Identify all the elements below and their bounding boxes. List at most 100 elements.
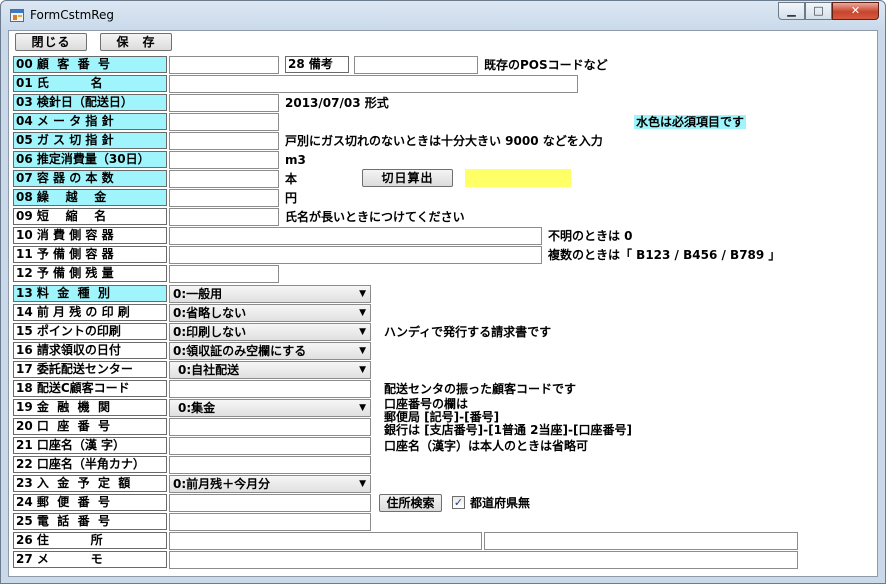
label-planned-payment: 23 入 金 予 定 額 <box>13 475 167 492</box>
label-address: 26 住 所 <box>13 532 167 549</box>
label-account-name-kanji: 21 口座名（漢 字） <box>13 437 167 454</box>
note-unit-yen: 円 <box>285 191 298 205</box>
label-memo: 27 メ モ <box>13 551 167 568</box>
delivery-center-value: 0:自社配送 <box>178 363 240 377</box>
label-name: 01 氏 名 <box>13 75 167 92</box>
invoice-date-select[interactable]: 0:領収証のみ空欄にする ▼ <box>169 342 371 360</box>
note-multiple-format: 複数のときは「 B123 / B456 / B789 」 <box>548 248 781 262</box>
label-account-number: 20 口 座 番 号 <box>13 418 167 435</box>
label-postal-code: 24 郵 便 番 号 <box>13 494 167 511</box>
note-account-number-intro: 口座番号の欄は <box>384 397 469 411</box>
label-estimated-consumption: 06 推定消費量（30日） <box>13 151 167 168</box>
spare-remaining-input[interactable] <box>169 265 279 283</box>
label-delivery-center: 17 委託配送センター <box>13 361 167 378</box>
minimize-icon[interactable]: ▁ <box>778 2 805 20</box>
label-financial-institution: 19 金 融 機 関 <box>13 399 167 416</box>
note-gas-cutoff: 戸別にガス切れのないときは十分大きい 9000 などを入力 <box>285 134 603 148</box>
title-bar: FormCstmReg ▁ □ ✕ <box>1 1 885 31</box>
planned-payment-select[interactable]: 0:前月残＋今月分 ▼ <box>169 475 371 493</box>
window-title: FormCstmReg <box>30 8 115 22</box>
chevron-down-icon: ▼ <box>359 365 366 375</box>
consumer-container-input[interactable] <box>169 227 542 245</box>
note-date-format: 2013/07/03 形式 <box>285 96 389 110</box>
chevron-down-icon: ▼ <box>359 479 366 489</box>
form-window: FormCstmReg ▁ □ ✕ 閉じる 保 存 00 顧 客 番 号 28 … <box>0 0 886 584</box>
label-meter-reading: 04 メ ー タ 指 針 <box>13 113 167 130</box>
note-unit-m3: m3 <box>285 153 306 167</box>
estimated-consumption-input[interactable] <box>169 151 279 169</box>
account-name-kanji-input[interactable] <box>169 437 371 455</box>
calc-cutoff-date-button[interactable]: 切日算出 <box>362 169 453 187</box>
reading-date-input[interactable] <box>169 94 279 112</box>
phone-number-input[interactable] <box>169 513 371 531</box>
note-pos-code: 既存のPOSコードなど <box>484 58 608 72</box>
label-points-print: 15 ポイントの印刷 <box>13 323 167 340</box>
chevron-down-icon: ▼ <box>359 308 366 318</box>
label-gas-cutoff: 05 ガ ス 切 指 針 <box>13 132 167 149</box>
label-phone-number: 25 電 話 番 号 <box>13 513 167 530</box>
delivery-center-select[interactable]: 0:自社配送 ▼ <box>169 361 371 379</box>
label-delivery-customer-code: 18 配送C顧客コード <box>13 380 167 397</box>
note-handy-invoice: ハンディで発行する請求書です <box>384 325 552 339</box>
note-post-office-format: 郵便局 [記号]-[番号] <box>384 410 500 424</box>
customer-number-input[interactable] <box>169 56 279 74</box>
chevron-down-icon: ▼ <box>359 403 366 413</box>
cutoff-date-result <box>465 169 571 187</box>
points-print-value: 0:印刷しない <box>173 325 247 339</box>
address-search-button[interactable]: 住所検索 <box>379 494 442 512</box>
chevron-down-icon: ▼ <box>359 289 366 299</box>
note-account-name: 口座名（漢字）は本人のときは省略可 <box>384 439 589 453</box>
prev-balance-print-select[interactable]: 0:省略しない ▼ <box>169 304 371 322</box>
label-carryover: 08 繰 越 金 <box>13 189 167 206</box>
delivery-customer-code-input[interactable] <box>169 380 371 398</box>
invoice-date-value: 0:領収証のみ空欄にする <box>173 344 307 358</box>
maximize-icon[interactable]: □ <box>805 2 832 20</box>
remarks-input[interactable] <box>354 56 478 74</box>
note-bank-format: 銀行は [支店番号]-[1普通 2当座]-[口座番号] <box>384 423 632 437</box>
note-unknown-zero: 不明のときは 0 <box>548 229 633 243</box>
spare-container-input[interactable] <box>169 246 542 264</box>
close-window-icon[interactable]: ✕ <box>832 2 879 20</box>
container-count-input[interactable] <box>169 170 279 188</box>
address-input-1[interactable] <box>169 532 482 550</box>
note-short-name: 氏名が長いときにつけてください <box>285 210 465 224</box>
label-rate-type: 13 料 金 種 別 <box>13 285 167 302</box>
note-delivery-code: 配送センタの振った顧客コードです <box>384 382 577 396</box>
label-invoice-date: 16 請求領収の日付 <box>13 342 167 359</box>
note-required-legend: 水色は必須項目です <box>634 115 747 129</box>
account-name-kana-input[interactable] <box>169 456 371 474</box>
financial-institution-value: 0:集金 <box>178 401 216 415</box>
label-remarks: 28 備考 <box>285 56 349 73</box>
form-body: 閉じる 保 存 00 顧 客 番 号 28 備考 既存のPOSコードなど 01 … <box>8 30 878 577</box>
gas-cutoff-input[interactable] <box>169 132 279 150</box>
rate-type-select[interactable]: 0:一般用 ▼ <box>169 285 371 303</box>
close-button[interactable]: 閉じる <box>15 33 87 51</box>
label-reading-date: 03 検針日（配送日） <box>13 94 167 111</box>
short-name-input[interactable] <box>169 208 279 226</box>
chevron-down-icon: ▼ <box>359 346 366 356</box>
label-customer-number: 00 顧 客 番 号 <box>13 56 167 73</box>
label-account-name-kana: 22 口座名（半角カナ） <box>13 456 167 473</box>
prefecture-none-checkbox[interactable]: ✓ <box>452 496 465 509</box>
name-input[interactable] <box>169 75 578 93</box>
carryover-input[interactable] <box>169 189 279 207</box>
label-consumer-container: 10 消 費 側 容 器 <box>13 227 167 244</box>
address-input-2[interactable] <box>484 532 798 550</box>
planned-payment-value: 0:前月残＋今月分 <box>173 477 271 491</box>
rate-type-value: 0:一般用 <box>173 287 223 301</box>
app-icon <box>10 9 24 22</box>
postal-code-input[interactable] <box>169 494 371 512</box>
account-number-input[interactable] <box>169 418 371 436</box>
label-prev-balance-print: 14 前 月 残 の 印 刷 <box>13 304 167 321</box>
memo-input[interactable] <box>169 551 798 569</box>
meter-reading-input[interactable] <box>169 113 279 131</box>
points-print-select[interactable]: 0:印刷しない ▼ <box>169 323 371 341</box>
note-unit-hon: 本 <box>285 172 298 186</box>
label-container-count: 07 容 器 の 本 数 <box>13 170 167 187</box>
label-spare-remaining: 12 予 備 側 残 量 <box>13 265 167 282</box>
prefecture-none-label: 都道府県無 <box>470 496 531 510</box>
save-button[interactable]: 保 存 <box>100 33 172 51</box>
label-spare-container: 11 予 備 側 容 器 <box>13 246 167 263</box>
label-short-name: 09 短 縮 名 <box>13 208 167 225</box>
financial-institution-select[interactable]: 0:集金 ▼ <box>169 399 371 417</box>
